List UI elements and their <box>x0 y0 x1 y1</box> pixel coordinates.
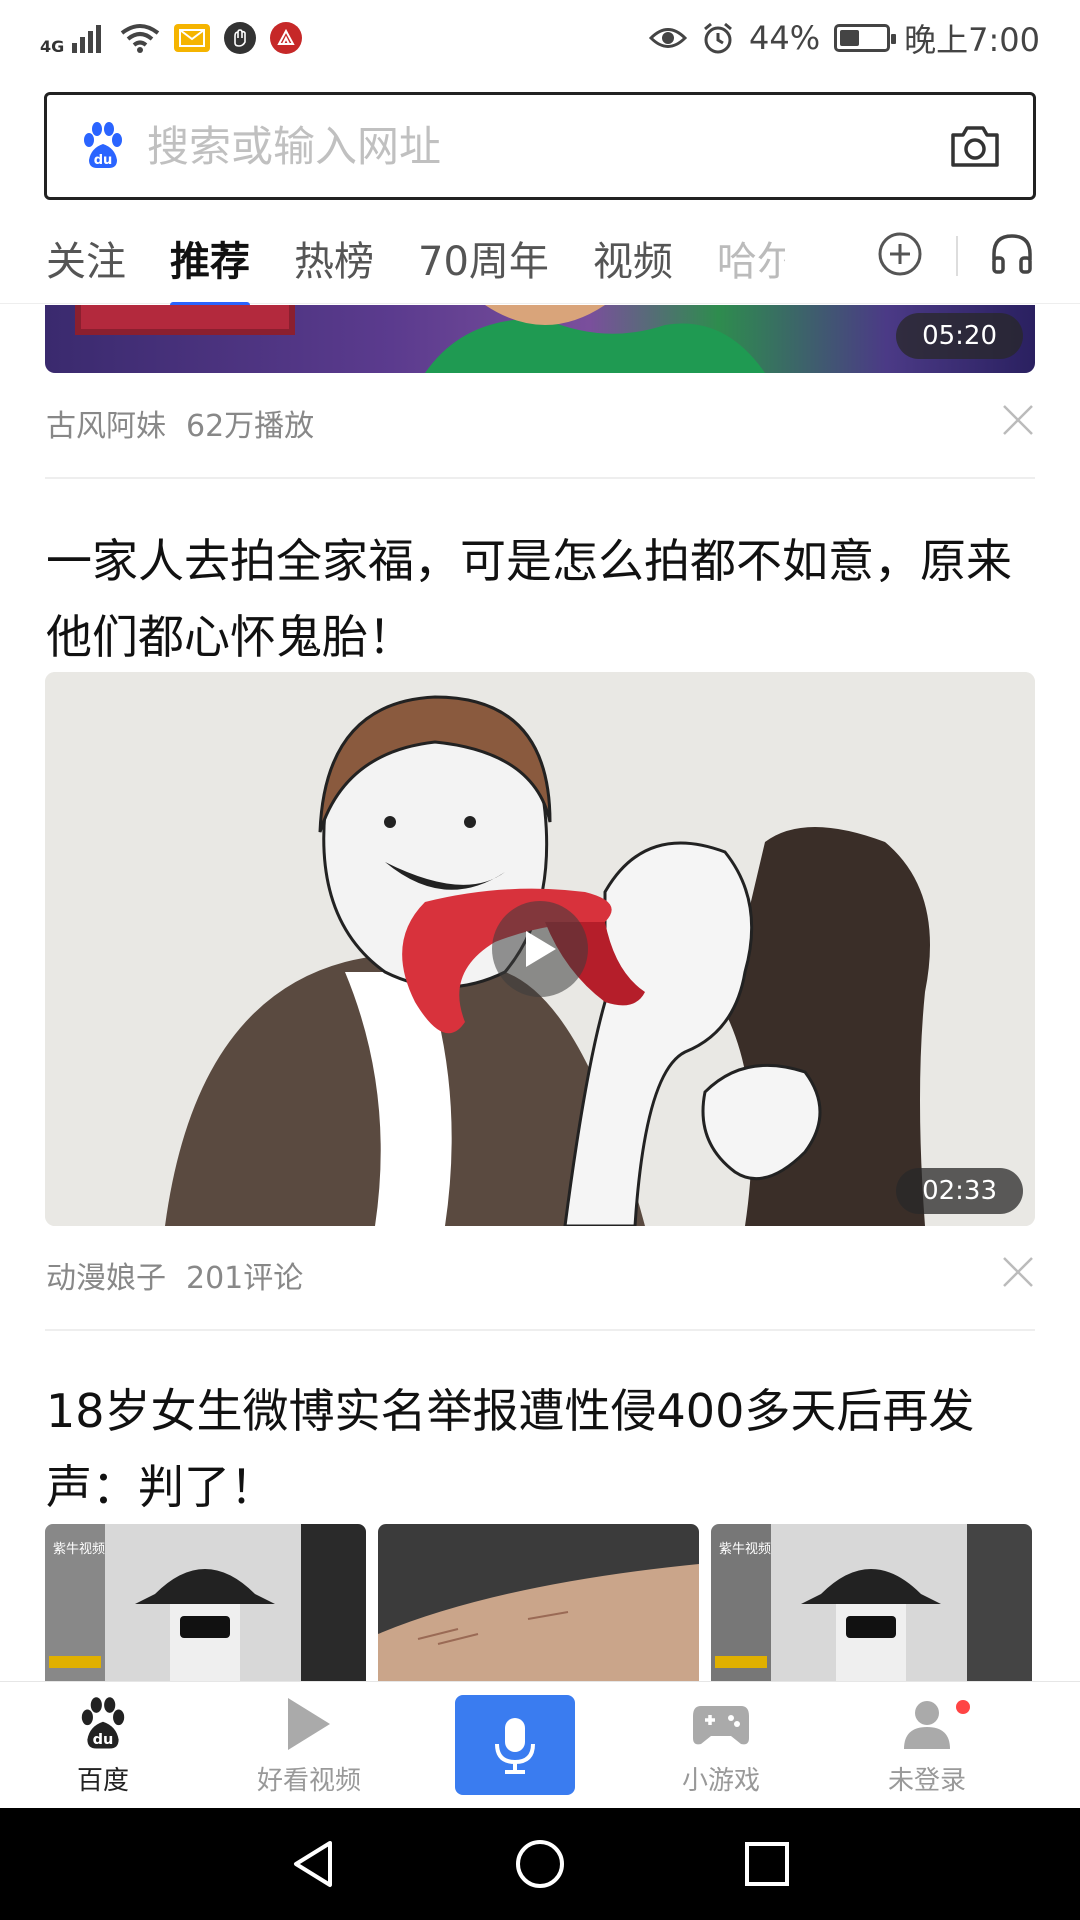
eye-icon <box>649 25 687 51</box>
watermark-label: 紫牛视频 <box>53 1542 106 1557</box>
nav-home[interactable]: du 百度 <box>0 1682 206 1809</box>
network-type: 4G <box>40 36 65 56</box>
status-bar-left: 4G <box>40 21 303 56</box>
battery-percent: 44% <box>749 19 821 57</box>
article-title[interactable]: 一家人去拍全家福，可是怎么拍都不如意，原来他们都心怀鬼胎！ <box>46 523 1036 675</box>
divider <box>45 477 1035 479</box>
nav-label: 未登录 <box>887 1765 966 1796</box>
tab-70th-anniversary[interactable]: 70周年 <box>418 229 549 287</box>
headphones-icon[interactable] <box>988 230 1036 278</box>
tab-harbin[interactable]: 哈尔 <box>717 229 785 287</box>
nav-label: 好看视频 <box>256 1765 361 1796</box>
tab-follow[interactable]: 关注 <box>46 229 126 287</box>
home-icon[interactable] <box>510 1834 570 1894</box>
add-channel-icon[interactable] <box>876 230 924 278</box>
voice-search-button[interactable] <box>455 1695 575 1795</box>
wifi-icon <box>120 23 160 53</box>
nav-voice[interactable] <box>412 1682 618 1809</box>
recents-icon[interactable] <box>737 1834 797 1894</box>
image-thumbnail[interactable]: 紫牛视频 <box>45 1524 366 1681</box>
dismiss-icon[interactable] <box>1001 403 1035 437</box>
svg-text:du: du <box>94 153 113 168</box>
app-notification-icon <box>224 22 257 54</box>
nav-video[interactable]: 好看视频 <box>206 1682 412 1809</box>
mail-notification-icon <box>174 24 211 52</box>
video-thumbnail[interactable]: 05:20 <box>45 305 1035 373</box>
alarm-icon <box>701 21 735 55</box>
watermark-label: 紫牛视频 <box>719 1542 772 1557</box>
microphone-icon <box>495 1718 535 1774</box>
play-icon[interactable] <box>492 901 588 997</box>
play-count: 62万播放 <box>186 409 315 444</box>
camera-icon[interactable] <box>947 118 1003 174</box>
notification-dot <box>956 1699 970 1714</box>
tab-video[interactable]: 视频 <box>593 229 673 287</box>
video-duration: 02:33 <box>896 1168 1023 1214</box>
article-title[interactable]: 18岁女生微博实名举报遭性侵400多天后再发声：判了！ <box>46 1373 1036 1525</box>
search-input[interactable] <box>145 120 947 172</box>
system-nav-bar <box>0 1808 1080 1920</box>
bank-notification-icon <box>270 22 303 54</box>
status-bar-right: 44% 晚上7:00 <box>649 15 1040 61</box>
video-duration: 05:20 <box>896 313 1023 359</box>
image-thumbnail[interactable]: 紫牛视频 <box>711 1524 1032 1681</box>
item-meta: 动漫娘子 201评论 <box>46 1253 303 1297</box>
tab-trending[interactable]: 热榜 <box>294 229 374 287</box>
bottom-nav: du 百度 好看视频 小游戏 未登录 <box>0 1681 1080 1808</box>
svg-text:du: du <box>93 1732 114 1748</box>
tab-recommend[interactable]: 推荐 <box>170 229 250 309</box>
channel-tabs: 关注 推荐 热榜 70周年 视频 哈尔 <box>0 212 1080 309</box>
back-icon[interactable] <box>283 1834 343 1894</box>
search-bar[interactable]: du <box>44 92 1036 200</box>
video-thumbnail[interactable]: 02:33 <box>45 672 1035 1226</box>
clock: 晚上7:00 <box>904 21 1040 59</box>
baidu-paw-icon: du <box>77 120 129 172</box>
gamepad-icon <box>691 1694 751 1754</box>
comment-count: 201评论 <box>186 1261 304 1296</box>
item-meta: 古风阿妹 62万播放 <box>46 401 314 445</box>
dismiss-icon[interactable] <box>1001 1255 1035 1289</box>
news-feed[interactable]: 05:20 古风阿妹 62万播放 一家人去拍全家福，可是怎么拍都不如意，原来他们… <box>0 305 1080 1681</box>
nav-games[interactable]: 小游戏 <box>618 1682 824 1809</box>
image-row[interactable]: 紫牛视频 紫牛视频 <box>45 1524 1032 1681</box>
baidu-paw-icon: du <box>73 1694 133 1754</box>
divider <box>45 1329 1035 1331</box>
nav-label: 小游戏 <box>681 1765 760 1796</box>
battery-icon <box>834 24 897 52</box>
user-icon <box>897 1694 957 1754</box>
nav-profile[interactable]: 未登录 <box>824 1682 1030 1809</box>
status-bar: 4G 44% 晚上7:00 <box>0 0 1080 76</box>
image-thumbnail[interactable] <box>378 1524 699 1681</box>
author-name: 古风阿妹 <box>46 409 166 444</box>
tab-separator <box>956 236 958 276</box>
author-name: 动漫娘子 <box>46 1261 166 1296</box>
nav-label: 百度 <box>76 1765 129 1796</box>
play-icon <box>279 1694 339 1754</box>
signal-icon <box>72 23 106 53</box>
